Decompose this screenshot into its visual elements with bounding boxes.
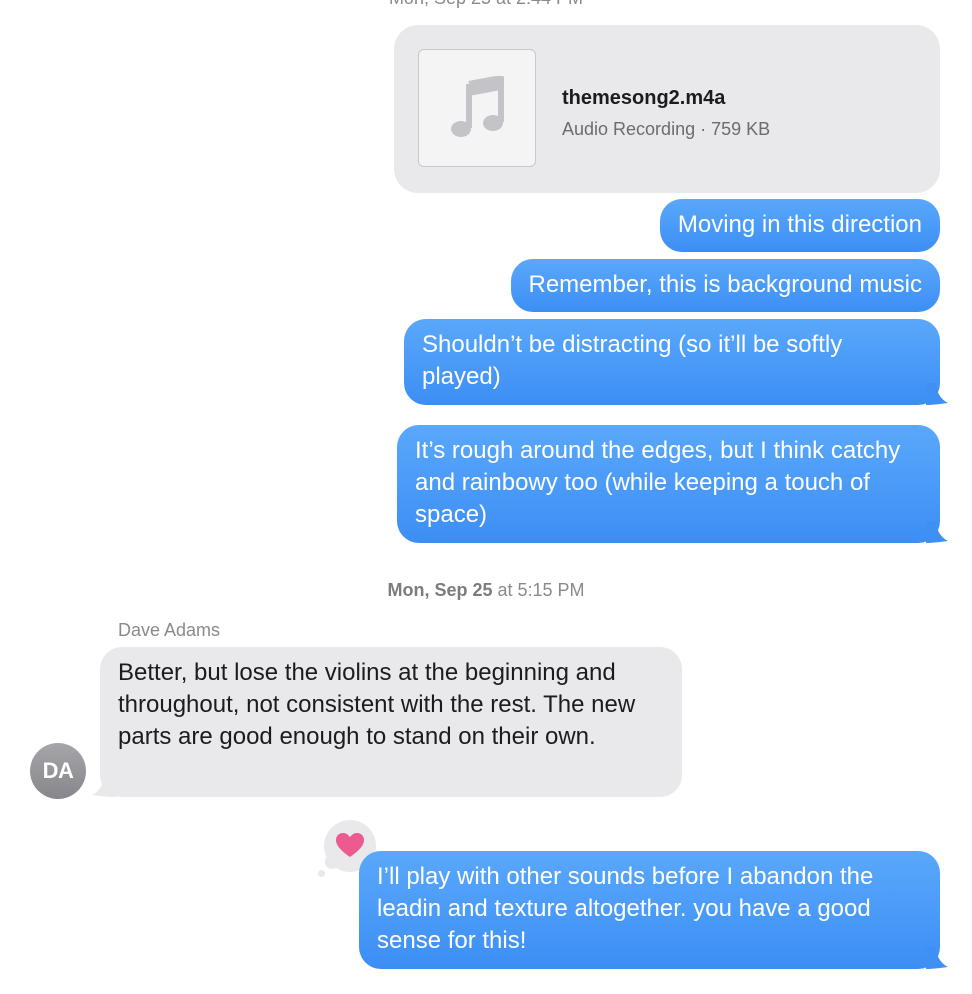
message-text: Better, but lose the violins at the begi… [118,659,636,750]
incoming-message[interactable]: Better, but lose the violins at the begi… [100,647,682,797]
outgoing-message[interactable]: Remember, this is background music [510,259,940,312]
outgoing-message[interactable]: Moving in this direction [659,199,940,252]
tapback-dot [318,870,325,877]
bubble-tail [926,947,948,969]
message-text: I’ll play with other sounds before I aba… [377,863,874,954]
outgoing-message[interactable]: Shouldn’t be distracting (so it’ll be so… [404,319,940,405]
message-text: Remember, this is background music [528,271,923,298]
bubble-tail [926,383,948,405]
audio-attachment[interactable]: themesong2.m4a Audio Recording · 759 KB [394,25,940,193]
audio-file-thumbnail[interactable] [418,49,536,167]
timestamp-time: at 5:15 PM [492,580,585,600]
file-meta: Audio Recording · 759 KB [562,119,771,139]
timestamp-date: Mon, Sep 25 [387,580,493,600]
previous-timestamp: Mon, Sep 25 at 2:44 PM [0,0,972,9]
outgoing-message[interactable]: I’ll play with other sounds before I aba… [359,851,940,969]
conversation-timestamp: Mon, Sep 25 at 5:15 PM [0,580,972,601]
heart-icon [336,833,364,857]
outgoing-message[interactable]: It’s rough around the edges, but I think… [397,425,940,543]
bubble-tail [926,521,948,543]
file-name: themesong2.m4a [562,87,726,109]
message-text: Moving in this direction [677,211,922,238]
message-text: Shouldn’t be distracting (so it’ll be so… [422,331,843,390]
avatar[interactable]: DA [30,743,86,799]
music-note-icon [451,76,504,137]
sender-name: Dave Adams [118,620,221,640]
message-text: It’s rough around the edges, but I think… [415,437,901,528]
avatar-initials: DA [42,758,74,783]
